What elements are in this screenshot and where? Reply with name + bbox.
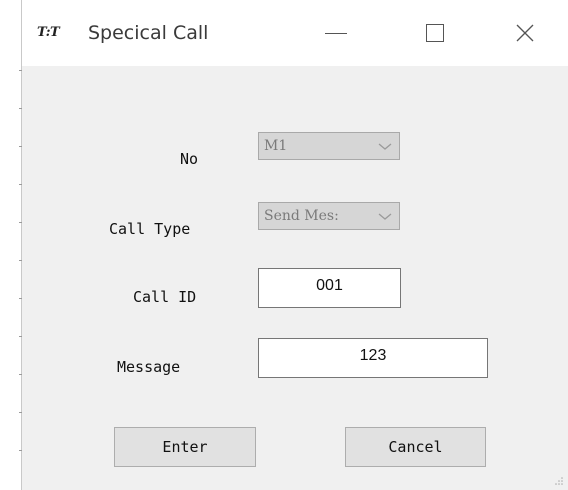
special-call-dialog: T:T Specical Call No M1 Call Type Send M… — [22, 0, 568, 490]
no-select[interactable]: M1 — [258, 132, 400, 160]
message-input[interactable]: 123 — [258, 338, 488, 378]
no-label: No — [180, 150, 199, 168]
close-icon — [516, 24, 534, 42]
call-type-label: Call Type — [109, 220, 191, 238]
cancel-button[interactable]: Cancel — [345, 427, 486, 467]
call-id-label: Call ID — [133, 288, 197, 306]
minimize-icon — [325, 32, 347, 34]
message-label: Message — [117, 358, 181, 376]
chevron-down-icon — [378, 213, 392, 220]
window-title: Specical Call — [88, 22, 209, 44]
maximize-icon — [426, 24, 444, 42]
call-type-select-value: Send Mes: — [264, 208, 339, 224]
title-bar[interactable]: T:T Specical Call — [22, 0, 568, 66]
background-window-edge — [0, 0, 22, 490]
call-type-select[interactable]: Send Mes: — [258, 202, 400, 230]
minimize-button[interactable] — [313, 12, 359, 54]
no-select-value: M1 — [264, 138, 288, 154]
close-button[interactable] — [502, 12, 548, 54]
maximize-button[interactable] — [412, 12, 458, 54]
chevron-down-icon — [378, 143, 392, 150]
app-icon: T:T — [37, 25, 60, 40]
resize-grip-icon[interactable] — [554, 476, 564, 486]
call-id-input[interactable]: 001 — [258, 268, 401, 308]
enter-button[interactable]: Enter — [114, 427, 256, 467]
